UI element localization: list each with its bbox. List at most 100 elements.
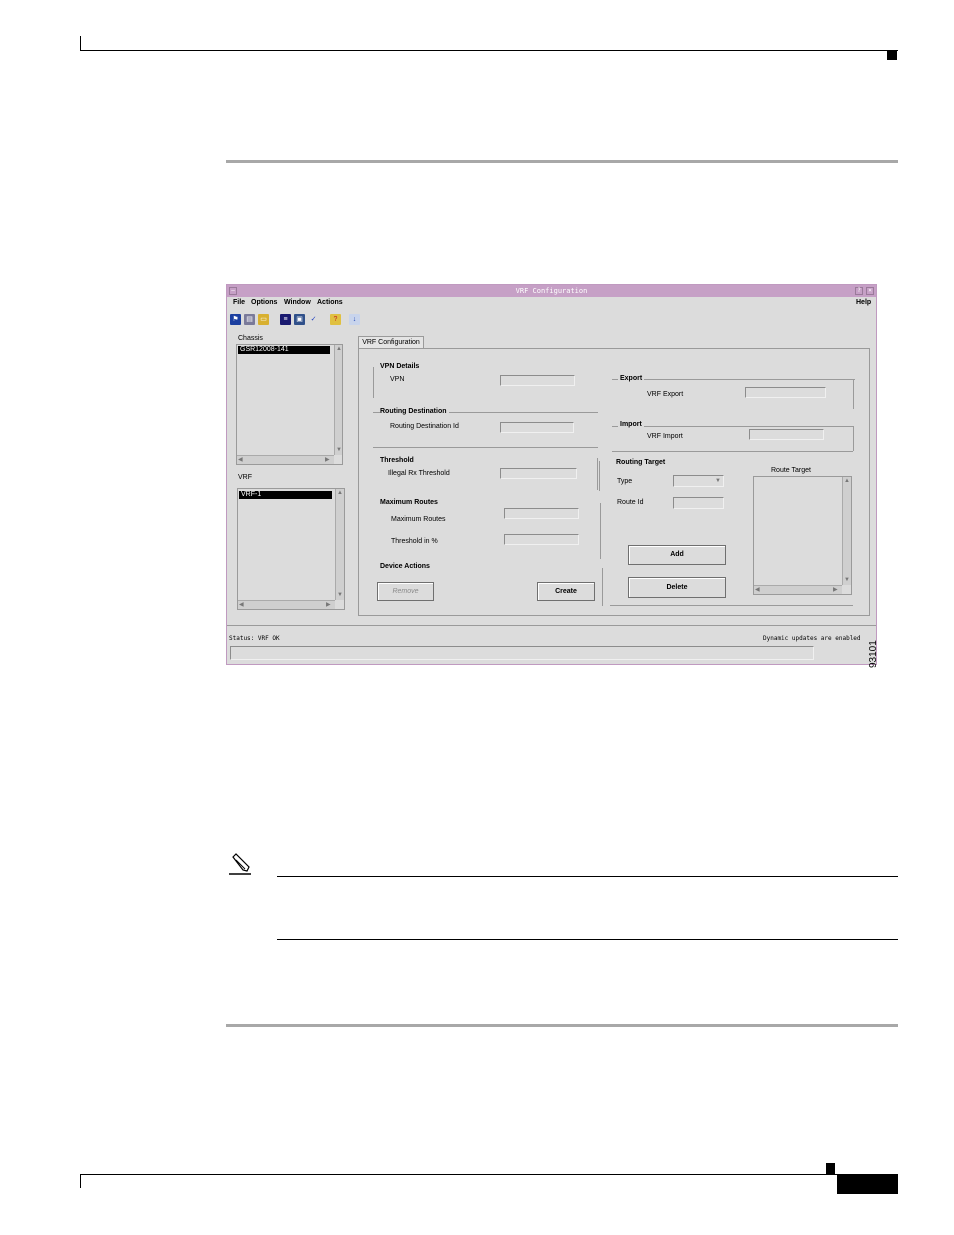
add-button-label: Add xyxy=(670,551,684,558)
help-icon[interactable]: ? xyxy=(330,314,341,325)
maximum-routes-field[interactable] xyxy=(504,508,579,519)
note-bottom-rule xyxy=(277,939,898,940)
routing-destination-id-field[interactable] xyxy=(500,422,574,433)
minimize-icon[interactable]: ? xyxy=(855,287,863,295)
illegal-rx-threshold-field[interactable] xyxy=(500,468,577,479)
routing-target-left-border xyxy=(599,461,600,491)
vrf-export-label: VRF Export xyxy=(647,391,684,398)
status-text: Status: VRF OK xyxy=(229,635,280,642)
menu-actions[interactable]: Actions xyxy=(317,299,343,306)
footer-left-tick xyxy=(80,1174,81,1188)
vrf-import-label: VRF Import xyxy=(647,433,683,440)
threshold-heading: Threshold xyxy=(380,457,414,464)
status-message-bar xyxy=(230,646,814,660)
delete-button[interactable]: Delete xyxy=(628,577,726,598)
routing-destination-id-label: Routing Destination Id xyxy=(390,423,459,430)
vpn-details-heading: VPN Details xyxy=(380,363,420,370)
chassis-item[interactable]: GSR12008-141 xyxy=(238,346,330,354)
chassis-hscroll[interactable]: ◀ ▶ xyxy=(237,455,334,464)
note-pencil-icon xyxy=(227,853,253,875)
delete-button-label: Delete xyxy=(666,584,688,591)
vrf-label: VRF xyxy=(238,474,252,481)
vrf-list: VRF-1 ▲ ▼ ◀ ▶ xyxy=(237,488,345,610)
route-target-hscroll[interactable]: ◀ ▶ xyxy=(754,585,842,594)
print-icon[interactable]: ▤ xyxy=(244,314,255,325)
scroll-down-icon[interactable]: ▼ xyxy=(844,577,850,583)
illegal-rx-threshold-label: Illegal Rx Threshold xyxy=(388,470,450,477)
device-actions-heading: Device Actions xyxy=(380,563,430,570)
add-button[interactable]: Add xyxy=(628,545,726,565)
window-menu-icon[interactable]: – xyxy=(229,287,237,295)
scroll-up-icon[interactable]: ▲ xyxy=(336,346,342,352)
info-icon[interactable]: ↓ xyxy=(349,314,360,325)
routing-target-bottom-rule xyxy=(610,605,853,606)
scroll-right-icon[interactable]: ▶ xyxy=(326,602,331,608)
footer-rule xyxy=(80,1174,898,1175)
scroll-up-icon[interactable]: ▲ xyxy=(844,478,850,484)
header-marker xyxy=(887,51,897,60)
run-icon[interactable]: ⚑ xyxy=(230,314,241,325)
vpn-label: VPN xyxy=(390,376,405,383)
export-heading: Export xyxy=(618,375,645,382)
route-target-vscroll[interactable]: ▲ ▼ xyxy=(842,477,851,585)
import-right-border xyxy=(853,426,854,451)
menu-file[interactable]: File xyxy=(233,299,245,306)
open-folder-icon[interactable]: ▭ xyxy=(258,314,269,325)
scroll-down-icon[interactable]: ▼ xyxy=(336,447,342,453)
routing-destination-bottom-rule xyxy=(373,447,598,448)
remove-button-label: Remove xyxy=(392,588,419,595)
vrf-vscroll[interactable]: ▲ ▼ xyxy=(335,489,344,600)
scroll-right-icon[interactable]: ▶ xyxy=(325,457,330,463)
display-icon[interactable]: ▣ xyxy=(294,314,305,325)
threshold-percent-field[interactable] xyxy=(504,534,579,545)
check-icon[interactable]: ✓ xyxy=(308,314,319,325)
export-rule xyxy=(612,379,855,380)
export-right-border xyxy=(853,379,854,409)
maximum-routes-heading: Maximum Routes xyxy=(380,499,438,506)
vrf-export-field[interactable] xyxy=(745,387,826,398)
chevron-down-icon: ▼ xyxy=(715,478,721,484)
chassis-vscroll[interactable]: ▲ ▼ xyxy=(334,345,342,455)
status-separator xyxy=(227,625,876,626)
remove-button[interactable]: Remove xyxy=(377,582,434,601)
scroll-right-icon[interactable]: ▶ xyxy=(833,587,838,593)
figure-id: 93101 xyxy=(868,640,879,668)
footer-page-tab xyxy=(837,1174,898,1194)
vpn-field[interactable] xyxy=(500,375,575,386)
create-button-label: Create xyxy=(555,588,577,595)
vrf-import-field[interactable] xyxy=(749,429,824,440)
menu-options[interactable]: Options xyxy=(251,299,277,306)
import-bottom-rule xyxy=(612,451,853,452)
header-rule xyxy=(80,50,898,51)
list-icon[interactable]: ≡ xyxy=(280,314,291,325)
section-rule-bottom xyxy=(226,1024,898,1027)
route-id-label: Route Id xyxy=(617,499,644,506)
scroll-down-icon[interactable]: ▼ xyxy=(337,592,343,598)
threshold-right-border xyxy=(597,458,598,490)
type-select[interactable]: ▼ xyxy=(673,475,724,487)
section-rule-top xyxy=(226,160,898,163)
close-icon[interactable]: × xyxy=(866,287,874,295)
threshold-percent-label: Threshold in % xyxy=(391,538,438,545)
vrf-item[interactable]: VRF-1 xyxy=(239,491,332,499)
scroll-left-icon[interactable]: ◀ xyxy=(239,602,244,608)
window-titlebar: VRF Configuration – ? × xyxy=(227,285,876,297)
create-button[interactable]: Create xyxy=(537,582,595,601)
routing-target-heading: Routing Target xyxy=(616,459,666,466)
menu-window[interactable]: Window xyxy=(284,299,311,306)
toolbar: ⚑ ▤ ▭ ≡ ▣ ✓ ? ↓ xyxy=(227,312,876,328)
menu-help[interactable]: Help xyxy=(856,299,871,306)
import-heading: Import xyxy=(618,421,644,428)
maximum-routes-right-border xyxy=(600,503,601,559)
header-left-tick xyxy=(80,36,81,51)
note-top-rule xyxy=(277,876,898,877)
vrf-hscroll[interactable]: ◀ ▶ xyxy=(238,600,335,609)
tab-label: VRF Configuration xyxy=(362,339,420,346)
scroll-left-icon[interactable]: ◀ xyxy=(755,587,760,593)
maximum-routes-label: Maximum Routes xyxy=(391,516,446,523)
vrf-configuration-window: VRF Configuration – ? × File Options Win… xyxy=(226,284,877,665)
scroll-left-icon[interactable]: ◀ xyxy=(238,457,243,463)
vpn-details-border xyxy=(373,367,374,398)
route-id-field[interactable] xyxy=(673,497,724,509)
scroll-up-icon[interactable]: ▲ xyxy=(337,490,343,496)
